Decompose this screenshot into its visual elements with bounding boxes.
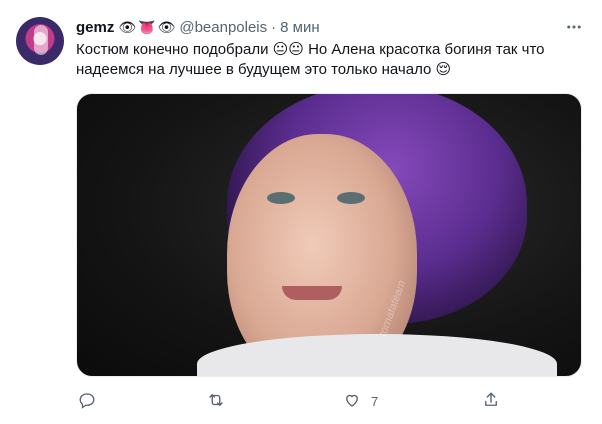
author-handle[interactable]: @beanpoleis (179, 19, 267, 36)
name-emoji-eye-left: 👁 (118, 19, 137, 35)
tweet-actions: 7 (70, 388, 510, 414)
tweet-timestamp[interactable]: 8 мин (280, 19, 320, 36)
reply-icon (78, 391, 96, 412)
tweet-header: gemz 👁 👅 👁 @beanpoleis · 8 мин (76, 17, 320, 37)
header-separator: · (271, 18, 277, 36)
tweet[interactable]: gemz 👁 👅 👁 @beanpoleis · 8 мин Костюм ко… (0, 0, 602, 424)
share-button[interactable] (482, 388, 510, 414)
tweet-text: Костюм конечно подобрали 😐😐 Но Алена кра… (76, 41, 545, 78)
retweet-button[interactable] (207, 388, 235, 414)
reply-button[interactable] (78, 388, 106, 414)
heart-icon (343, 391, 361, 412)
more-horizontal-icon[interactable] (562, 15, 586, 39)
avatar[interactable] (16, 17, 64, 65)
like-count: 7 (371, 393, 379, 409)
share-icon (482, 391, 500, 412)
name-emoji-eye-right: 👁 (157, 19, 176, 35)
author-name[interactable]: gemz (76, 19, 114, 36)
retweet-icon (207, 391, 225, 412)
tweet-photo[interactable]: tornatateam (76, 93, 582, 377)
like-button[interactable]: 7 (343, 388, 378, 414)
photo-eye-left (267, 192, 295, 204)
name-emoji-tongue: 👅 (138, 19, 156, 35)
photo-eye-right (337, 192, 365, 204)
photo-mouth (282, 286, 342, 300)
